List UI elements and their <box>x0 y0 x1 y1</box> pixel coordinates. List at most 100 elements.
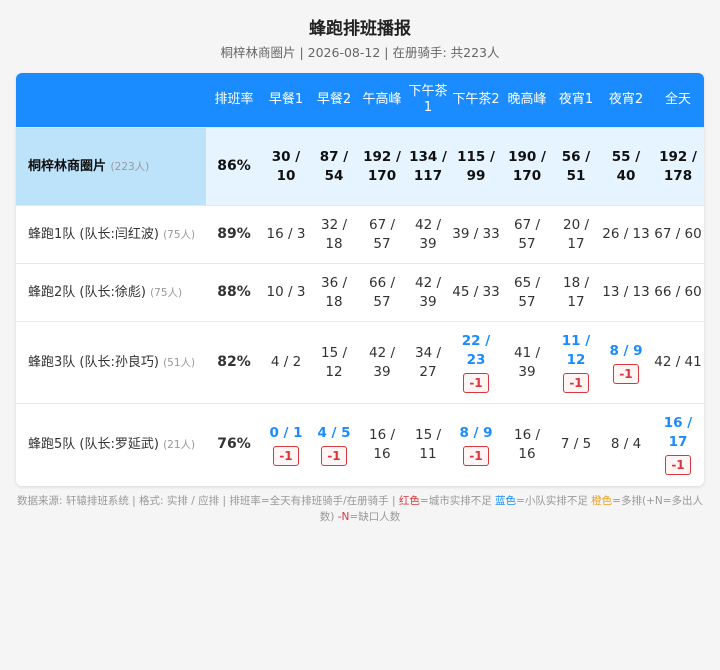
cell-value: 45 / 33 <box>452 284 500 300</box>
cell-value: 32 / 18 <box>320 216 348 252</box>
cell-value: 4 / 2 <box>270 354 302 370</box>
team-cell: 16 / 16 <box>358 403 406 486</box>
summary-name: 桐梓林商圈片 <box>28 158 107 174</box>
header-all-day: 全天 <box>652 73 704 128</box>
team-cell: 20 / 17 <box>552 205 600 264</box>
table-header-row: 排班率 早餐1 早餐2 午高峰 下午茶1 下午茶2 晚高峰 夜宵1 夜宵2 全天 <box>16 73 704 128</box>
summary-cell: 56 / 51 <box>552 127 600 206</box>
cell-value: 20 / 17 <box>562 216 590 252</box>
footer-text-3: =小队实排不足 <box>516 495 592 507</box>
shortage-badge: -1 <box>463 445 489 466</box>
header-lunch-peak: 午高峰 <box>358 73 406 128</box>
cell-value: 18 / 17 <box>562 274 590 310</box>
team-name-cell: 蜂跑1队 (队长:闫红波) (75人) <box>16 205 206 264</box>
summary-cell: 134 / 117 <box>406 127 450 206</box>
footer-red-label: 红色 <box>398 495 420 507</box>
summary-cell: 190 / 170 <box>502 127 552 206</box>
cell-value: 26 / 13 <box>602 226 650 242</box>
shortage-badge: -1 <box>665 455 691 476</box>
cell-value: 42 / 39 <box>414 216 442 252</box>
shortage-badge: -1 <box>563 373 589 393</box>
team-cell: 4 / 2 <box>262 321 310 404</box>
team-name-cell: 蜂跑5队 (队长:罗延武) (21人) <box>16 403 206 486</box>
team-cell: 18 / 17 <box>552 263 600 322</box>
cell-value: 67 / 60 <box>654 226 702 242</box>
header-dinner-peak: 晚高峰 <box>502 73 552 128</box>
team-name: 蜂跑1队 (队长:闫红波) <box>28 226 159 242</box>
team-cell: 42 / 39 <box>358 321 406 404</box>
footer-note: 数据来源: 轩辕排班系统 | 格式: 实排 / 应排 | 排班率=全天有排班骑手… <box>16 493 704 525</box>
cell-value: 42 / 39 <box>414 274 442 310</box>
page-subtitle: 桐梓林商圈片 | 2026-08-12 | 在册骑手: 共223人 <box>220 45 500 60</box>
table-row: 蜂跑2队 (队长:徐彪) (75人) 88% 10 / 3 36 / 18 66 / 5… <box>16 263 704 322</box>
cell-value: 42 / 41 <box>654 354 702 370</box>
team-cell: 13 / 13 <box>600 263 652 322</box>
shortage-badge: -1 <box>463 373 489 393</box>
team-cell: 67 / 57 <box>358 205 406 264</box>
team-name-cell: 蜂跑2队 (队长:徐彪) (75人) <box>16 263 206 322</box>
cell-value: 22 / 23 <box>461 333 491 368</box>
shortage-badge: -1 <box>613 363 639 384</box>
summary-row: 桐梓林商圈片 (223人) 86% 30 / 10 87 / 54 192 / … <box>16 127 704 206</box>
team-cell: 8 / 4 <box>600 403 652 486</box>
header-breakfast-1: 早餐1 <box>262 73 310 128</box>
cell-value: 4 / 5 <box>317 424 351 441</box>
cell-value: 8 / 4 <box>610 436 642 453</box>
footer-n-label: -N <box>337 511 350 523</box>
team-rate: 82% <box>206 321 262 404</box>
cell-value: 8 / 9 <box>609 342 643 359</box>
summary-cell: 192 / 170 <box>358 127 406 206</box>
cell-value: 66 / 60 <box>654 284 702 300</box>
cell-value: 42 / 39 <box>368 344 396 380</box>
team-cell: 32 / 18 <box>310 205 358 264</box>
team-cell: 4 / 5 -1 <box>310 403 358 486</box>
team-cell: 41 / 39 <box>502 321 552 404</box>
summary-cell: 55 / 40 <box>600 127 652 206</box>
cell-value: 66 / 57 <box>368 274 396 310</box>
footer-text-5: =缺口人数 <box>349 511 401 523</box>
cell-value: 34 / 27 <box>414 344 442 380</box>
team-count: (51人) <box>163 356 196 369</box>
team-count: (75人) <box>163 228 196 241</box>
team-cell: 45 / 33 <box>450 263 502 322</box>
header-breakfast-2: 早餐2 <box>310 73 358 128</box>
header-night-2: 夜宵2 <box>600 73 652 128</box>
summary-rate: 86% <box>206 127 262 206</box>
team-cell: 10 / 3 <box>262 263 310 322</box>
cell-value: 67 / 57 <box>368 216 396 252</box>
cell-value: 67 / 57 <box>513 216 541 252</box>
team-cell: 15 / 11 <box>406 403 450 486</box>
cell-value: 65 / 57 <box>513 274 541 310</box>
cell-value: 11 / 12 <box>561 333 591 368</box>
team-name: 蜂跑5队 (队长:罗延武) <box>28 436 159 452</box>
footer-orange-label: 橙色 <box>591 495 613 507</box>
cell-value: 0 / 1 <box>269 424 303 441</box>
team-cell: 39 / 33 <box>450 205 502 264</box>
header-name <box>16 73 206 128</box>
footer-blue-label: 蓝色 <box>495 495 517 507</box>
team-cell: 67 / 60 <box>652 205 704 264</box>
cell-value: 39 / 33 <box>452 226 500 242</box>
cell-value: 15 / 12 <box>320 344 348 380</box>
shortage-badge: -1 <box>273 445 299 466</box>
header-night-1: 夜宵1 <box>552 73 600 128</box>
team-cell: 42 / 39 <box>406 263 450 322</box>
team-cell: 42 / 41 <box>652 321 704 404</box>
table-row: 蜂跑5队 (队长:罗延武) (21人) 76% 0 / 1 -1 4 / 5 -1 16 /… <box>16 403 704 486</box>
team-rate: 88% <box>206 263 262 322</box>
summary-name-cell: 桐梓林商圈片 (223人) <box>16 127 206 206</box>
cell-value: 15 / 11 <box>414 426 442 462</box>
team-cell: 16 / 3 <box>262 205 310 264</box>
team-name: 蜂跑3队 (队长:孙良巧) <box>28 354 159 370</box>
cell-value: 16 / 17 <box>663 415 693 451</box>
team-cell: 0 / 1 -1 <box>262 403 310 486</box>
team-cell: 11 / 12 -1 <box>552 321 600 404</box>
team-cell: 22 / 23 -1 <box>450 321 502 404</box>
header-tea-2: 下午茶2 <box>450 73 502 128</box>
cell-value: 41 / 39 <box>513 344 541 380</box>
footer-text-2: =城市实排不足 <box>419 495 496 507</box>
cell-value: 10 / 3 <box>266 284 306 300</box>
team-count: (75人) <box>150 286 183 299</box>
summary-count: (223人) <box>110 160 150 173</box>
cell-value: 16 / 16 <box>513 426 541 462</box>
